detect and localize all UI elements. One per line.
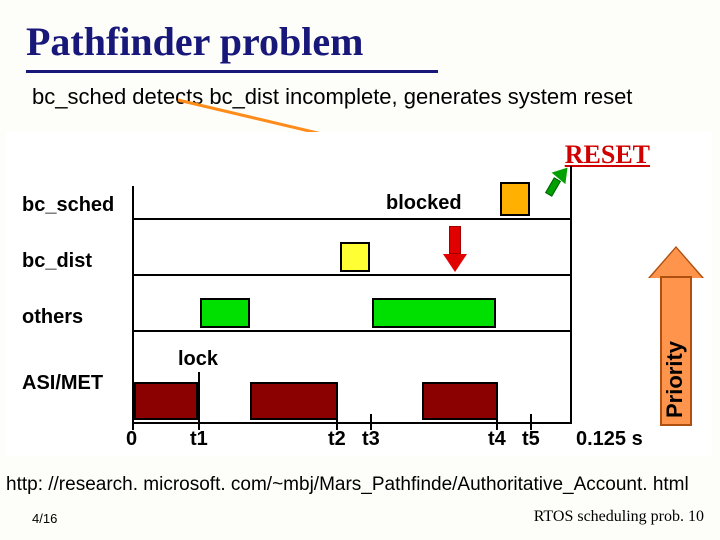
tick-label-0: 0 (126, 428, 137, 451)
priority-label: Priority (662, 341, 688, 418)
blocked-arrow-icon (446, 226, 464, 274)
blocked-label: blocked (386, 192, 462, 215)
bar-others-2 (372, 298, 496, 328)
slide-title: Pathfinder problem (26, 18, 363, 65)
slide: Pathfinder problem bc_sched detects bc_d… (0, 0, 720, 540)
bar-asimet-2 (250, 382, 338, 420)
tick-label-t4: t4 (488, 428, 506, 451)
lock-label: lock (178, 348, 218, 371)
axis-row-2 (132, 330, 572, 332)
axis-row-0 (132, 218, 572, 220)
row-label-asi-met: ASI/MET (22, 372, 103, 395)
source-url: http: //research. microsoft. com/~mbj/Ma… (6, 474, 689, 496)
bar-others-1 (200, 298, 250, 328)
bar-bcsched (500, 182, 530, 216)
row-label-bc-sched: bc_sched (22, 194, 114, 217)
row-label-others: others (22, 306, 83, 329)
time-end-label: 0.125 s (576, 428, 643, 451)
bar-bcdist (340, 242, 370, 272)
footer-page: 4/16 (32, 511, 57, 526)
tick-label-t5: t5 (522, 428, 540, 451)
tick-label-t3: t3 (362, 428, 380, 451)
footer-title: RTOS scheduling prob. 10 (534, 508, 704, 526)
axis-end (570, 166, 572, 424)
title-underline (26, 70, 438, 73)
bar-asimet-1 (134, 382, 198, 420)
timeline-diagram: RESET blocked lock 0.125 s bc_sched bc_d… (6, 132, 712, 456)
axis-row-1 (132, 274, 572, 276)
tick-label-t2: t2 (328, 428, 346, 451)
tick-label-t1: t1 (190, 428, 208, 451)
priority-arrow: Priority (656, 248, 696, 428)
bar-asimet-3 (422, 382, 498, 420)
reset-label: RESET (565, 140, 650, 170)
row-label-bc-dist: bc_dist (22, 250, 92, 273)
lock-line (198, 372, 200, 422)
